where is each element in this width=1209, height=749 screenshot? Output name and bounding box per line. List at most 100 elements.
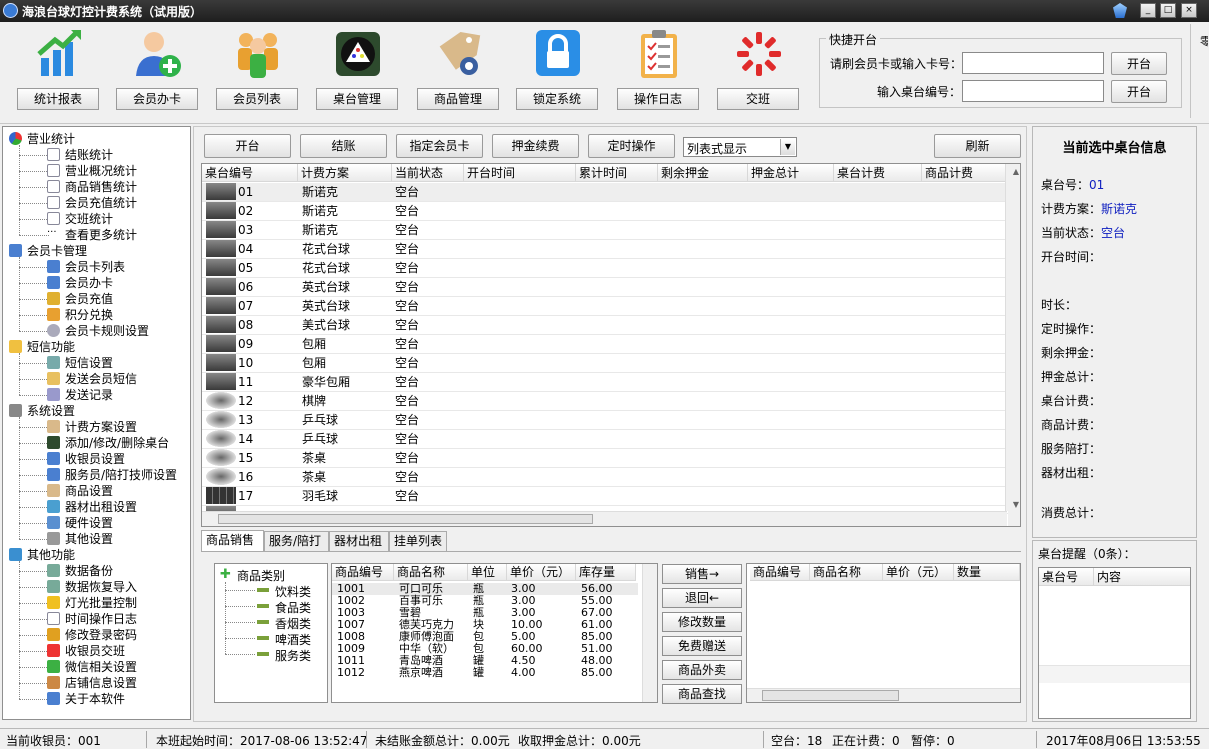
grid-header-6[interactable]: 押金总计 [748,164,834,182]
grid-header-0[interactable]: 桌台编号 [202,164,298,182]
goods-header-0[interactable]: 商品编号 [332,564,394,581]
cart-header-3[interactable]: 数量 [954,564,1020,581]
goods-row[interactable]: 1012 燕京啤酒 罐 4.00 85.00 [332,667,638,679]
cart-header-1[interactable]: 商品名称 [810,564,883,581]
member-card-input[interactable] [962,52,1104,74]
tree-item-25[interactable]: 其他设置 [65,531,113,547]
toolbar-item-table-manage[interactable]: 桌台管理 [316,28,400,112]
table-manage-button[interactable]: 桌台管理 [316,88,398,110]
tree-item-0[interactable]: 营业统计 [27,131,75,147]
table-row[interactable]: 12 棋牌 空台 [202,392,1008,411]
tree-item-31[interactable]: 修改登录密码 [65,627,137,643]
tree-item-16[interactable]: 发送记录 [65,387,113,403]
table-row[interactable]: 08 美式台球 空台 [202,316,1008,335]
checkout-button[interactable]: 结账 [300,134,387,158]
tree-item-4[interactable]: 会员充值统计 [65,195,137,211]
grid-header-5[interactable]: 剩余押金 [658,164,748,182]
table-row[interactable]: 04 花式台球 空台 [202,240,1008,259]
tree-item-21[interactable]: 服务员/陪打技师设置 [65,467,177,483]
lock-system-button[interactable]: 锁定系统 [516,88,598,110]
grid-header-3[interactable]: 开台时间 [464,164,576,182]
assign-card-button[interactable]: 指定会员卡 [396,134,483,158]
tree-item-19[interactable]: 添加/修改/删除桌台 [65,435,169,451]
tree-item-3[interactable]: 商品销售统计 [65,179,137,195]
tree-item-35[interactable]: 关于本软件 [65,691,125,707]
table-row[interactable]: 16 茶桌 空台 [202,468,1008,487]
toolbar-item-shift-change[interactable]: 交班 [717,28,801,112]
tree-item-18[interactable]: 计费方案设置 [65,419,137,435]
table-row[interactable]: 02 斯诺克 空台 [202,202,1008,221]
table-row[interactable]: 15 茶桌 空台 [202,449,1008,468]
tree-item-1[interactable]: 结账统计 [65,147,113,163]
tab-3[interactable]: 挂单列表 [389,531,447,551]
tree-item-20[interactable]: 收银员设置 [65,451,125,467]
tree-item-26[interactable]: 其他功能 [27,547,75,563]
chevron-down-icon[interactable]: ▼ [780,139,795,155]
toolbar-item-lock-system[interactable]: 锁定系统 [516,28,600,112]
table-row[interactable]: 09 包厢 空台 [202,335,1008,354]
tree-item-8[interactable]: 会员卡列表 [65,259,125,275]
goods-action-button-5[interactable]: 商品查找 [662,684,742,704]
table-row[interactable]: 03 斯诺克 空台 [202,221,1008,240]
shift-change-button[interactable]: 交班 [717,88,799,110]
table-row[interactable]: 01 斯诺克 空台 [202,183,1008,202]
operation-log-button[interactable]: 操作日志 [617,88,699,110]
table-number-input[interactable] [962,80,1104,102]
goods-action-button-4[interactable]: 商品外卖 [662,660,742,680]
goods-header-2[interactable]: 单位 [468,564,507,581]
reminder-header-content[interactable]: 内容 [1094,568,1190,586]
tree-item-34[interactable]: 店铺信息设置 [65,675,137,691]
grid-header-4[interactable]: 累计时间 [576,164,658,182]
maximize-button[interactable]: □ [1160,3,1176,18]
tab-1[interactable]: 服务/陪打 [264,531,329,551]
tree-item-28[interactable]: 数据恢复导入 [65,579,137,595]
tree-item-23[interactable]: 器材出租设置 [65,499,137,515]
goods-header-3[interactable]: 单价（元） [507,564,576,581]
scroll-down-icon[interactable]: ▼ [1013,500,1019,509]
grid-header-1[interactable]: 计费方案 [298,164,392,182]
tree-item-29[interactable]: 灯光批量控制 [65,595,137,611]
goods-action-button-1[interactable]: 退回← [662,588,742,608]
category-root[interactable]: 商品类别 [237,567,285,584]
category-item[interactable]: 服务类 [275,647,311,664]
open-table-button[interactable]: 开台 [204,134,291,158]
tree-item-30[interactable]: 时间操作日志 [65,611,137,627]
tree-item-27[interactable]: 数据备份 [65,563,113,579]
tree-item-33[interactable]: 微信相关设置 [65,659,137,675]
goods-action-button-0[interactable]: 销售→ [662,564,742,584]
goods-action-button-3[interactable]: 免费赠送 [662,636,742,656]
tree-item-11[interactable]: 积分兑换 [65,307,113,323]
goods-header-1[interactable]: 商品名称 [394,564,468,581]
grid-header-8[interactable]: 商品计费 [922,164,1008,182]
refresh-button[interactable]: 刷新 [934,134,1021,158]
plus-icon[interactable]: ✚ [220,567,231,582]
tree-item-24[interactable]: 硬件设置 [65,515,113,531]
category-item[interactable]: 饮料类 [275,583,311,600]
table-row[interactable]: 07 英式台球 空台 [202,297,1008,316]
member-card-button[interactable]: 会员办卡 [116,88,198,110]
toolbar-item-member-list[interactable]: 会员列表 [216,28,300,112]
tree-item-7[interactable]: 会员卡管理 [27,243,87,259]
table-row[interactable]: 14 乒乓球 空台 [202,430,1008,449]
tab-0[interactable]: 商品销售 [201,530,264,552]
table-row[interactable]: 05 花式台球 空台 [202,259,1008,278]
tree-item-13[interactable]: 短信功能 [27,339,75,355]
table-row[interactable]: 11 豪华包厢 空台 [202,373,1008,392]
toolbar-item-stats-report[interactable]: 统计报表 [17,28,101,112]
table-row[interactable]: 10 包厢 空台 [202,354,1008,373]
toolbar-item-member-card[interactable]: 会员办卡 [116,28,200,112]
grid-header-7[interactable]: 桌台计费 [834,164,922,182]
grid-hscroll-thumb[interactable] [218,514,593,524]
open-by-card-button[interactable]: 开台 [1111,52,1167,75]
tree-item-17[interactable]: 系统设置 [27,403,75,419]
scroll-up-icon[interactable]: ▲ [1013,167,1019,176]
tree-item-14[interactable]: 短信设置 [65,355,113,371]
goods-manage-button[interactable]: 商品管理 [417,88,499,110]
tree-item-6[interactable]: 查看更多统计 [65,227,137,243]
view-mode-select[interactable]: 列表式显示 ▼ [683,137,797,157]
table-row[interactable]: 06 英式台球 空台 [202,278,1008,297]
tree-item-15[interactable]: 发送会员短信 [65,371,137,387]
cart-hscroll-thumb[interactable] [762,690,899,701]
open-by-table-button[interactable]: 开台 [1111,80,1167,103]
table-row[interactable]: 13 乒乓球 空台 [202,411,1008,430]
